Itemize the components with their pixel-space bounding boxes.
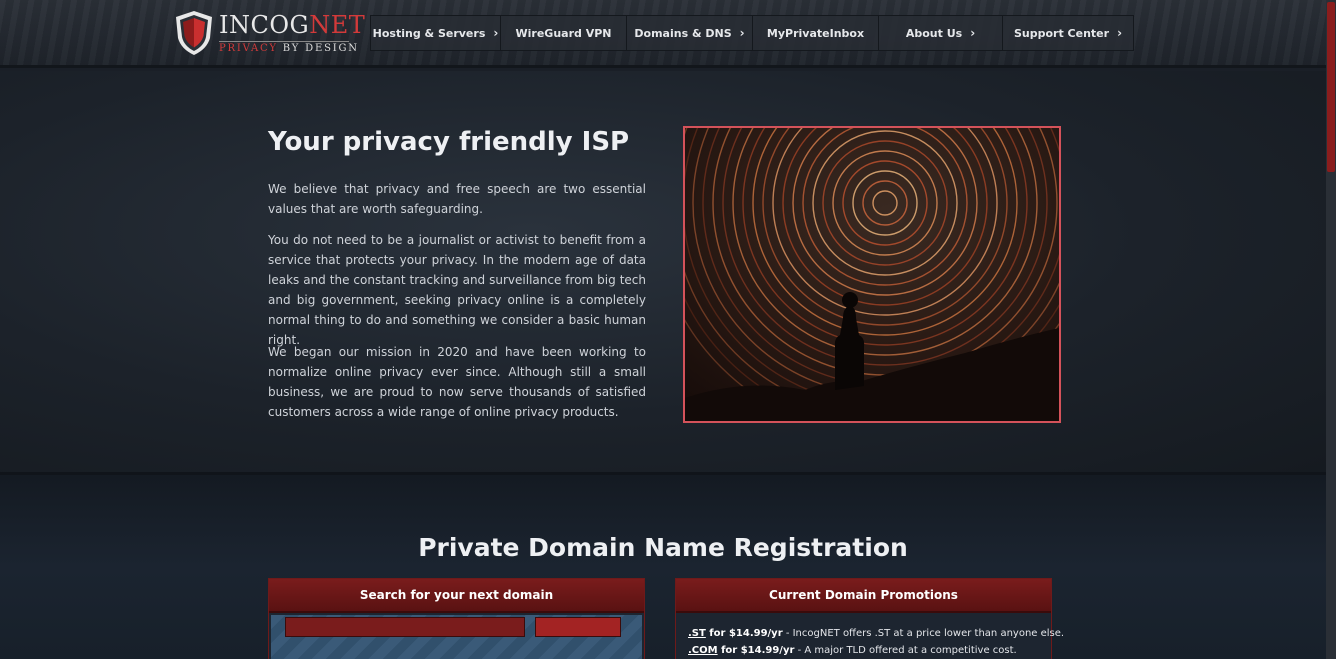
promo-price: for $14.99/yr [717,645,795,656]
brand-accent: NET [309,11,366,39]
main-nav: Hosting & Servers › WireGuard VPN Domains… [370,15,1134,51]
promo-list: .ST for $14.99/yr - IncogNET offers .ST … [676,613,1064,659]
nav-label: WireGuard VPN [515,26,612,40]
domain-search-panel: Search for your next domain [268,578,645,659]
nav-item-wireguard-vpn[interactable]: WireGuard VPN [501,16,627,50]
site-header: INCOGNET PRIVACY BY DESIGN Hosting & Ser… [0,0,1326,68]
nav-item-about-us[interactable]: About Us › [879,16,1003,50]
domain-section-title: Private Domain Name Registration [418,533,908,562]
domain-search-input[interactable] [285,617,525,637]
star-trails-illustration [685,128,1059,421]
brand-main: INCOG [219,11,310,39]
shield-icon [176,11,212,55]
site-logo[interactable]: INCOGNET PRIVACY BY DESIGN [174,10,365,58]
page-scrollbar[interactable] [1326,0,1336,659]
nav-item-hosting-servers[interactable]: Hosting & Servers › [371,16,501,50]
promo-item: .ST for $14.99/yr - IncogNET offers .ST … [688,625,1064,642]
chevron-right-icon: › [1117,26,1123,40]
nav-item-support-center[interactable]: Support Center › [1003,16,1133,50]
hero-paragraph: We began our mission in 2020 and have be… [268,345,646,419]
chevron-right-icon: › [970,26,976,40]
chevron-right-icon: › [493,26,499,40]
promo-tld-link[interactable]: .ST [688,628,706,639]
nav-item-domains-dns[interactable]: Domains & DNS › [627,16,753,50]
brand-tagline: PRIVACY BY DESIGN [219,43,359,54]
nav-label: About Us [905,26,963,40]
promo-description: - A major TLD offered at a competitive c… [794,645,1017,656]
scrollbar-thumb[interactable] [1327,2,1335,172]
brand-name: INCOGNET [219,12,365,38]
tagline-accent: PRIVACY [219,43,278,54]
nav-label: Support Center [1013,26,1110,40]
domain-search-button[interactable] [535,617,621,637]
nav-label: Domains & DNS [634,26,732,40]
hero-image [683,126,1061,423]
hero-paragraph: You do not need to be a journalist or ac… [268,233,646,347]
nav-label: Hosting & Servers [372,26,486,40]
promo-tld-link[interactable]: .COM [688,645,718,656]
nav-label: MyPrivateInbox [766,26,865,40]
domain-section: Private Domain Name Registration Search … [0,472,1326,659]
chevron-right-icon: › [739,26,745,40]
hero-title: Your privacy friendly ISP [268,127,630,157]
logo-divider [219,41,349,42]
promo-description: - IncogNET offers .ST at a price lower t… [782,628,1065,639]
panel-header: Current Domain Promotions [676,579,1051,613]
promo-price: for $14.99/yr [705,628,783,639]
tagline-rest: BY DESIGN [277,43,359,54]
panel-header: Search for your next domain [269,579,644,613]
hero-paragraph: We believe that privacy and free speech … [268,182,646,216]
nav-item-myprivateinbox[interactable]: MyPrivateInbox [753,16,879,50]
domain-promotions-panel: Current Domain Promotions .ST for $14.99… [675,578,1064,659]
hero-section: Your privacy friendly ISP We believe tha… [0,71,1326,472]
promo-item: .COM for $14.99/yr - A major TLD offered… [688,642,1039,659]
